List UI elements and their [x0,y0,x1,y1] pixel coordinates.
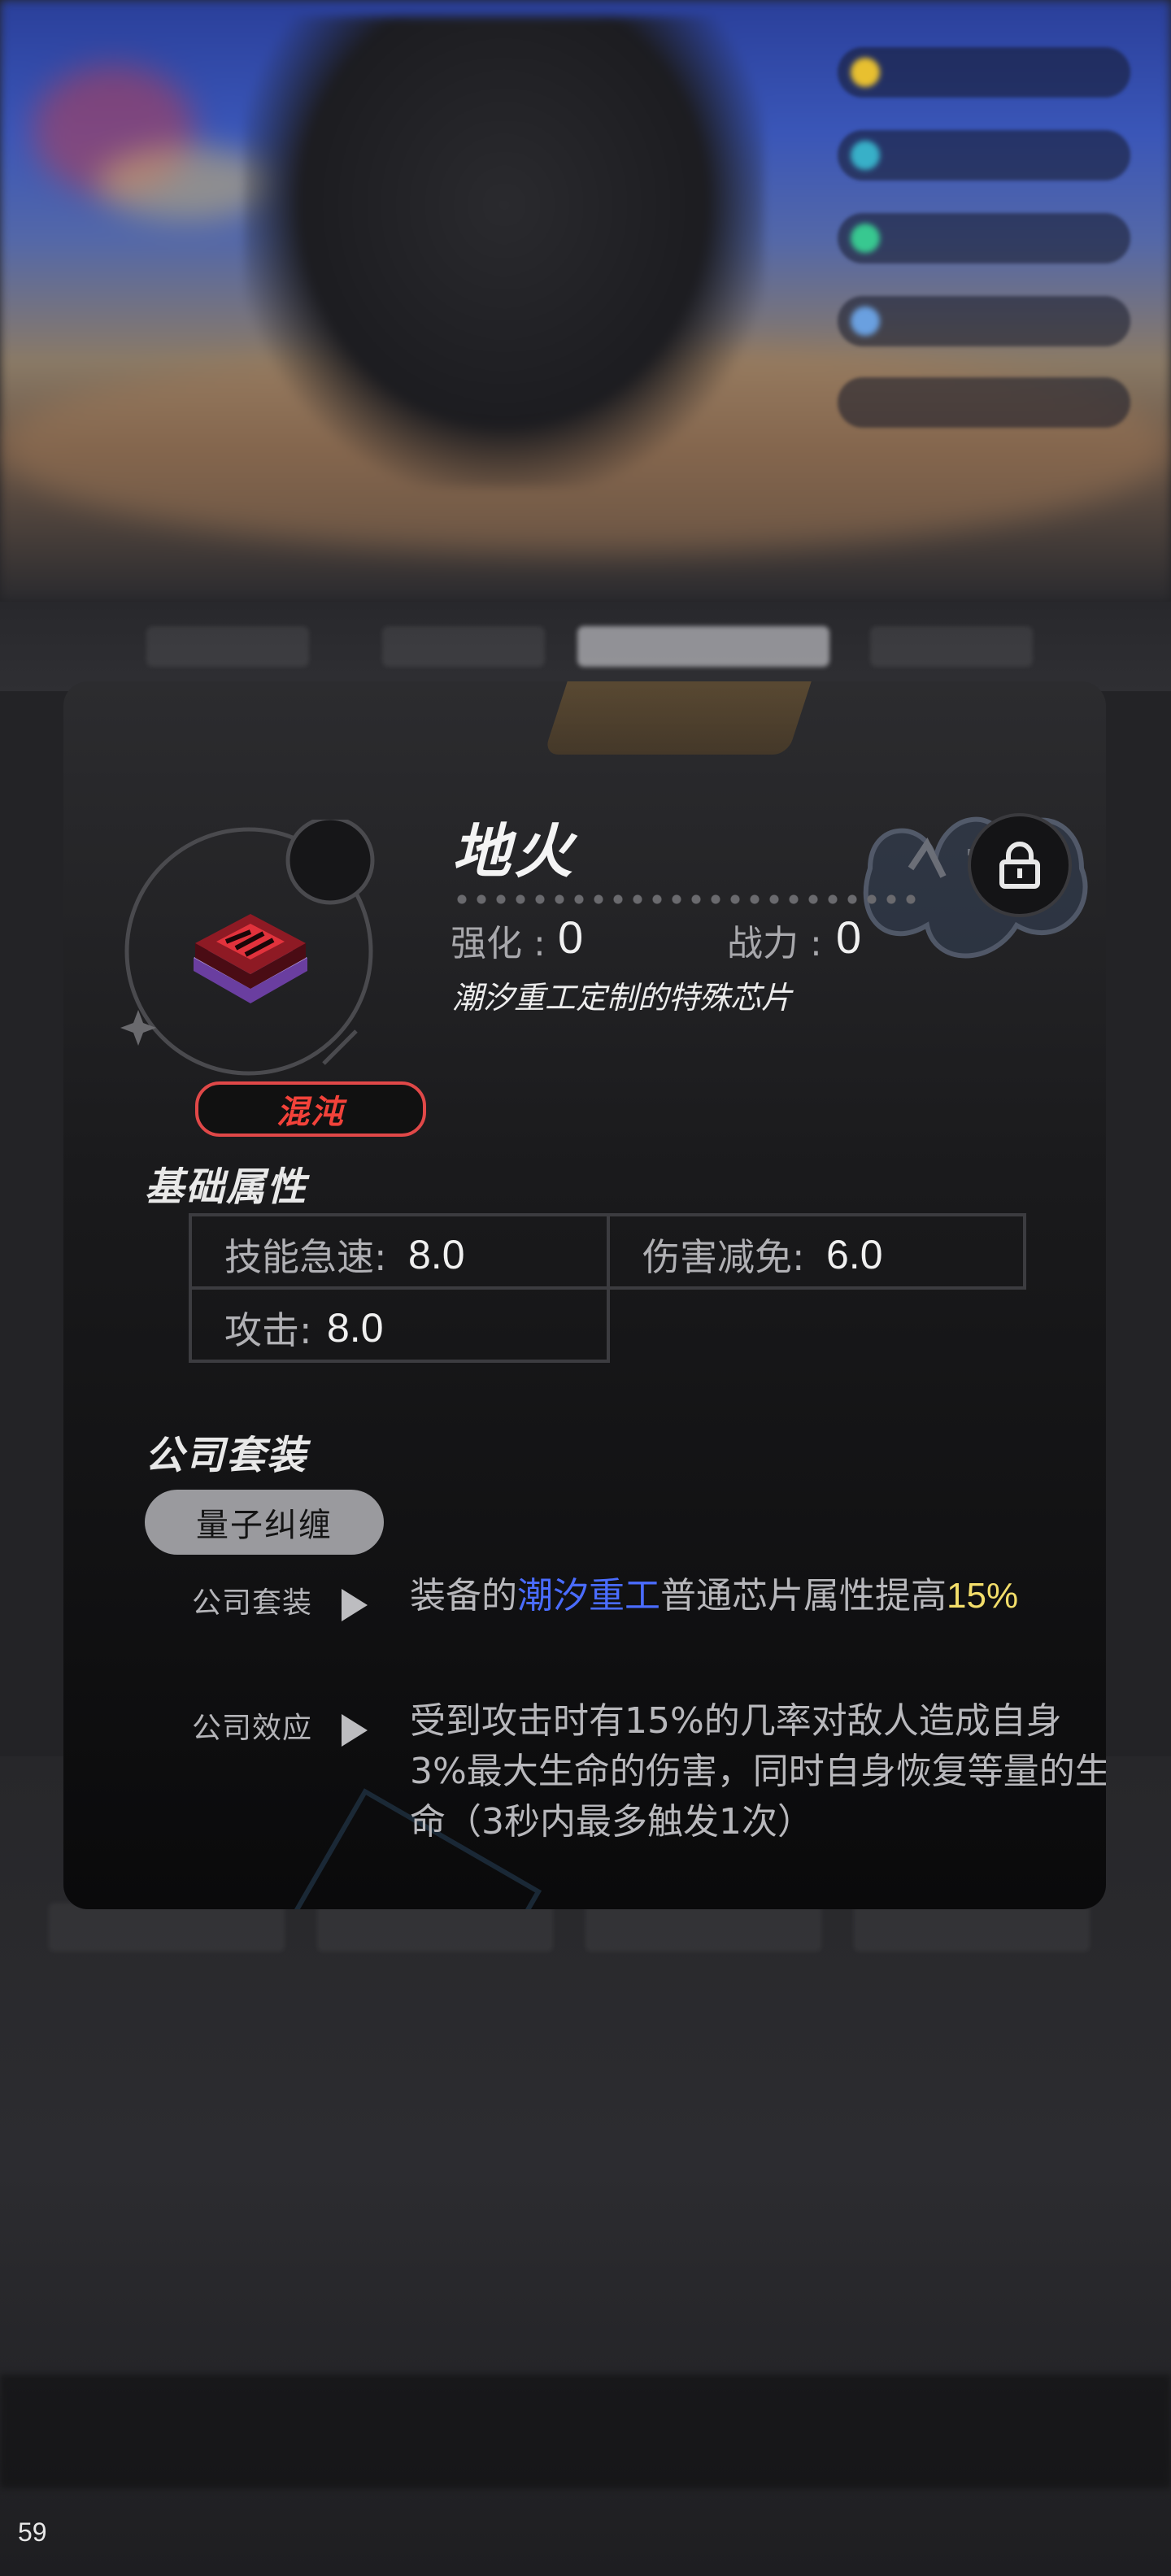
attribute-value: 8.0 [408,1232,465,1277]
background-hud-item [838,296,1130,346]
rarity-badge: 混沌 [195,1081,426,1137]
background-tab-bar [0,602,1171,691]
attribute-value: 8.0 [327,1305,384,1351]
background-hud-item [838,213,1130,263]
bonus-value: 15% [947,1576,1019,1616]
play-arrow-icon [342,1714,368,1747]
base-attributes-heading: 基础属性 [145,1164,308,1210]
fps-counter: 59 [18,2517,47,2547]
background-row [317,1903,553,1952]
background-hud-item [838,377,1130,428]
power-label: 战力 : [727,923,822,964]
effect-label: 公司效应 [192,1712,313,1745]
enhance-value: 0 [558,912,584,963]
suit-name-tag[interactable]: 量子纠缠 [145,1490,384,1555]
card-decoration [543,681,820,755]
attribute-label: 攻击: [224,1308,312,1352]
background-row [49,1903,285,1952]
enhance-level-dots [452,894,916,904]
chip-icon [194,914,307,1003]
chip-detail-card: 混沌 地火 强化 : 0 战力 : 0 潮汐重工定制的特殊芯片 基础属性 技能急… [63,681,1106,1909]
lock-icon [999,842,1040,889]
chip-emblem [120,820,375,1076]
power-value: 0 [836,912,862,963]
attribute-cell: 伤害减免: 6.0 [607,1213,1026,1290]
chip-name: 地火 [452,817,577,886]
effect-label: 公司套装 [192,1586,313,1620]
background-row [586,1903,821,1952]
attribute-value: 6.0 [826,1232,883,1277]
enhance-label: 强化 : [451,923,546,964]
background-row [854,1903,1090,1952]
company-name: 潮汐重工 [517,1575,660,1617]
attribute-label: 技能急速: [224,1235,387,1279]
suit-effect-text: 装备的潮汐重工普通芯片属性提高15% [410,1575,1019,1617]
background-hud-item [838,47,1130,98]
attribute-cell: 攻击: 8.0 [189,1286,610,1363]
chip-description: 潮汐重工定制的特殊芯片 [452,980,793,1016]
lock-button[interactable] [968,813,1072,917]
background-bottom-bar [0,2374,1171,2488]
play-arrow-icon [342,1589,368,1621]
company-suit-heading: 公司套装 [145,1433,308,1478]
company-effect-text: 受到攻击时有15%的几率对敌人造成自身3%最大生命的伤害，同时自身恢复等量的生命… [410,1700,1106,1843]
attribute-cell: 技能急速: 8.0 [189,1213,610,1290]
attribute-label: 伤害减免: [642,1235,805,1279]
background-hud-item [838,130,1130,181]
